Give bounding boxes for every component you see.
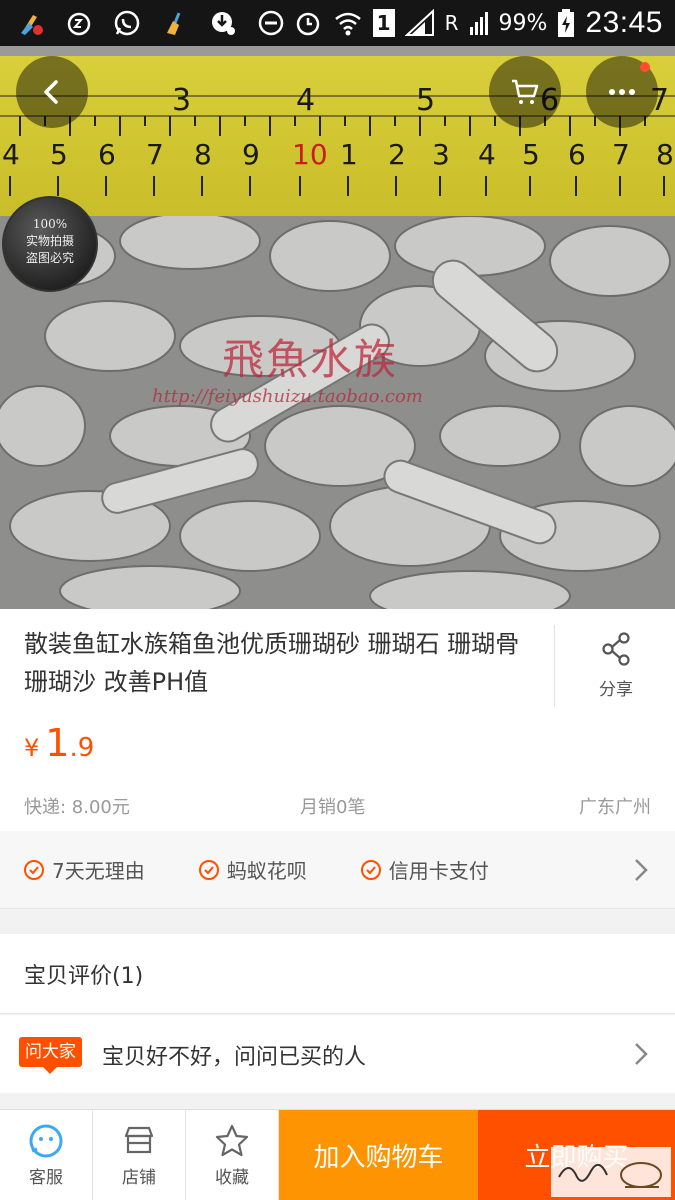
signature-watermark	[551, 1147, 671, 1197]
ruler-bottom-4: 4	[2, 138, 20, 171]
ask-everyone-text: 宝贝好不好，问问已买的人	[102, 1045, 367, 1070]
reviews-section[interactable]: 宝贝评价(1)	[0, 934, 675, 1014]
ship-location: 广东广州	[579, 797, 651, 818]
chevron-right-icon	[635, 859, 648, 881]
do-not-disturb-icon	[256, 8, 286, 38]
ruler-bottom-7: 7	[146, 138, 164, 171]
ruler-bottom-10: 10	[292, 138, 328, 171]
more-dots-icon	[609, 89, 635, 95]
ruler-bottom-8: 8	[194, 138, 212, 171]
ruler-top-4: 4	[296, 83, 315, 118]
ruler-bottom-13: 3	[432, 138, 450, 171]
share-label: 分享	[599, 680, 633, 700]
product-title: 散装鱼缸水族箱鱼池优质珊瑚砂 珊瑚石 珊瑚骨 珊瑚沙 改善PH值	[24, 630, 520, 696]
battery-charging-icon	[557, 8, 575, 38]
check-circle-icon	[24, 859, 44, 880]
price: ¥1.9	[24, 721, 94, 765]
ask-everyone-row[interactable]: 问大家 宝贝好不好，问问已买的人	[0, 1015, 675, 1093]
authenticity-stamp: 100% 实物拍摄 盗图必究	[2, 196, 98, 292]
stamp-line-3: 盗图必究	[25, 251, 74, 265]
alarm-icon	[293, 8, 323, 38]
ruler-bottom-16: 6	[568, 138, 586, 171]
cleaner-icon	[16, 8, 46, 38]
ask-everyone-badge: 问大家	[19, 1037, 82, 1074]
stamp-line-1: 100%	[32, 217, 68, 231]
signal-2-icon	[469, 8, 489, 38]
cart-button[interactable]	[489, 56, 561, 128]
customer-service-icon	[29, 1124, 63, 1158]
favorite-label: 收藏	[215, 1168, 249, 1188]
ruler-bottom-18: 8	[656, 138, 674, 171]
shop-button[interactable]: 店铺	[93, 1110, 186, 1200]
product-page: 1 R 99% 23:45 3 4 5 6 7 4 5 6 7 8 9 10 1…	[0, 0, 675, 1200]
service-guarantees[interactable]: 7天无理由 蚂蚁花呗 信用卡支付	[0, 831, 675, 909]
watermark-url: http://feiyushuizu.taobao.com	[152, 386, 423, 407]
product-image[interactable]: 3 4 5 6 7 4 5 6 7 8 9 10 1 2 3 4 5 6 7 8…	[0, 46, 675, 609]
share-icon	[602, 632, 630, 666]
measuring-tape: 3 4 5 6 7 4 5 6 7 8 9 10 1 2 3 4 5 6 7 8	[0, 56, 675, 216]
shop-icon	[124, 1126, 154, 1154]
customer-service-label: 客服	[29, 1168, 63, 1188]
notification-icons	[16, 8, 286, 38]
guarantee-label: 蚂蚁花呗	[226, 859, 307, 883]
product-info: 散装鱼缸水族箱鱼池优质珊瑚砂 珊瑚石 珊瑚骨 珊瑚沙 改善PH值 分享 ¥1.9…	[0, 609, 675, 831]
guarantee-label: 7天无理由	[52, 859, 145, 883]
ruler-bottom-17: 7	[612, 138, 630, 171]
ruler-bottom-5: 5	[50, 138, 68, 171]
shop-label: 店铺	[122, 1168, 156, 1188]
guarantee-label: 信用卡支付	[388, 859, 489, 883]
ruler-bottom-6: 6	[98, 138, 116, 171]
favorite-button[interactable]: 收藏	[186, 1110, 279, 1200]
chevron-right-icon	[635, 1043, 648, 1065]
alarm-snooze-icon	[64, 8, 94, 38]
coral-sand-photo	[0, 212, 675, 609]
chevron-left-icon	[44, 80, 58, 104]
system-status: 1 R 99% 23:45	[293, 6, 663, 40]
watermark-store-name: 飛魚水族	[222, 335, 399, 384]
customer-service-button[interactable]: 客服	[0, 1110, 93, 1200]
roaming-indicator: R	[444, 11, 459, 35]
star-icon	[215, 1124, 249, 1157]
guarantee-item: 7天无理由	[24, 855, 145, 884]
add-to-cart-button[interactable]: 加入购物车	[279, 1110, 478, 1200]
price-currency: ¥	[24, 734, 40, 762]
signal-icon	[404, 8, 435, 38]
ruler-bottom-15: 5	[522, 138, 540, 171]
ruler-top-3: 3	[172, 83, 191, 118]
ruler-top-5: 5	[416, 83, 435, 118]
price-decimal: .9	[69, 733, 95, 763]
share-button[interactable]: 分享	[580, 631, 652, 700]
check-circle-icon	[360, 859, 381, 880]
guarantee-item: 信用卡支付	[360, 855, 489, 884]
notification-dot	[640, 62, 650, 72]
divider	[554, 625, 555, 707]
ruler-bottom-12: 2	[388, 138, 406, 171]
ruler-bottom-14: 4	[478, 138, 496, 171]
sim-indicator: 1	[372, 9, 395, 37]
stamp-line-2: 实物拍摄	[25, 234, 74, 248]
bottom-action-bar: 客服 店铺 收藏 加入购物车 立即购买	[0, 1109, 675, 1200]
monthly-sales: 月销0笔	[300, 797, 366, 818]
whatsapp-icon	[112, 8, 142, 38]
shipping-fee: 快递: 8.00元	[24, 797, 130, 818]
more-button[interactable]	[586, 56, 658, 128]
ruler-bottom-9: 9	[242, 138, 260, 171]
cart-icon	[512, 79, 539, 104]
check-circle-icon	[198, 859, 219, 880]
guarantee-item: 蚂蚁花呗	[198, 855, 307, 884]
buy-now-button[interactable]: 立即购买	[478, 1110, 675, 1200]
broom-icon	[160, 8, 190, 38]
reviews-title: 宝贝评价(1)	[24, 964, 144, 989]
clock: 23:45	[585, 6, 663, 39]
ruler-bottom-11: 1	[340, 138, 358, 171]
back-button[interactable]	[16, 56, 88, 128]
data-saver-icon	[208, 8, 238, 38]
status-bar: 1 R 99% 23:45	[0, 0, 675, 46]
wifi-icon	[333, 8, 363, 38]
price-integer: 1	[45, 721, 70, 765]
battery-percent: 99%	[498, 10, 548, 36]
